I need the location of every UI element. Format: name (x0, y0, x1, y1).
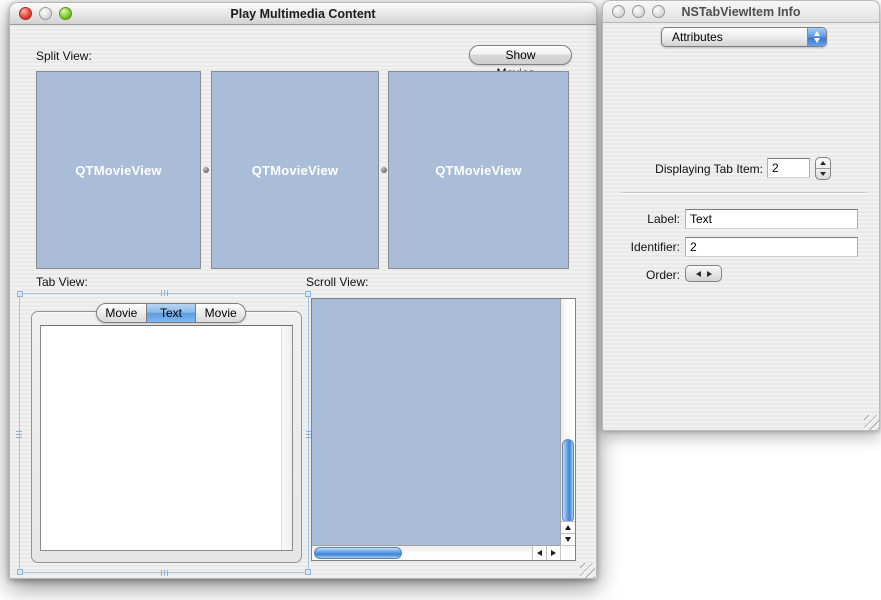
text-view[interactable] (40, 325, 293, 551)
tab-movie-2[interactable]: Movie (196, 304, 245, 322)
inspector-window: NSTabViewItem Info Attributes Displaying… (602, 0, 880, 431)
identifier-field[interactable] (685, 237, 858, 257)
horizontal-scroll-thumb[interactable] (314, 547, 402, 559)
qtmovieview-pane-label: QTMovieView (37, 72, 200, 268)
order-label: Order: (609, 268, 680, 282)
tab-text[interactable]: Text (147, 304, 197, 322)
qtmovieview-pane-label: QTMovieView (389, 72, 568, 268)
label-field[interactable] (685, 209, 858, 229)
scroll-up-button[interactable] (561, 521, 575, 533)
qtmovieview-pane[interactable]: QTMovieView (211, 71, 379, 269)
resize-grip[interactable] (580, 563, 595, 578)
document-window: Play Multimedia Content Split View: Show… (9, 2, 597, 579)
separator (621, 192, 867, 194)
tab-movie-1[interactable]: Movie (97, 304, 147, 322)
attributes-popup[interactable]: Attributes (661, 27, 827, 47)
scroll-left-button[interactable] (532, 546, 546, 560)
inspector-title-bar[interactable]: NSTabViewItem Info (603, 1, 879, 23)
splitter-handle[interactable] (379, 71, 388, 269)
stepper-up-icon (820, 161, 826, 165)
stepper-down-button[interactable] (816, 169, 830, 179)
stepper-down-icon (820, 172, 826, 176)
selection-handle[interactable] (305, 569, 311, 575)
scroll-view (311, 298, 576, 561)
tab-view-label: Tab View: (36, 275, 88, 289)
qtmovieview-pane[interactable]: QTMovieView (36, 71, 201, 269)
inspector-window-title: NSTabViewItem Info (663, 1, 819, 23)
selection-handle[interactable] (161, 290, 170, 296)
tab-item-stepper (815, 157, 831, 180)
order-back-button[interactable] (696, 271, 701, 277)
order-forward-button[interactable] (707, 271, 712, 277)
selection-handle[interactable] (17, 569, 23, 575)
selection-handle[interactable] (305, 291, 311, 297)
label-field-label: Label: (609, 212, 680, 226)
split-view-label: Split View: (36, 49, 92, 63)
attributes-popup-value: Attributes (672, 28, 723, 46)
window-title: Play Multimedia Content (70, 3, 536, 25)
scroll-right-button[interactable] (546, 546, 560, 560)
inspector-resize-grip[interactable] (864, 415, 879, 430)
identifier-field-label: Identifier: (609, 240, 680, 254)
minimize-button[interactable] (39, 7, 52, 20)
splitter-dimple-icon (381, 167, 387, 173)
stepper-up-button[interactable] (816, 158, 830, 169)
tab-strip: Movie Text Movie (96, 303, 246, 323)
vertical-scroll-thumb[interactable] (562, 439, 574, 523)
displaying-tab-item-field[interactable] (767, 158, 810, 178)
scrollbar-corner (560, 545, 575, 560)
close-button[interactable] (612, 5, 625, 18)
splitter-dimple-icon (203, 167, 209, 173)
qtmovieview-pane-label: QTMovieView (212, 72, 378, 268)
arrow-down-icon (565, 537, 571, 542)
arrow-left-icon (537, 550, 542, 556)
arrow-right-icon (551, 550, 556, 556)
splitter-handle[interactable] (201, 71, 211, 269)
vertical-scrollbar[interactable] (560, 299, 575, 545)
popup-arrows-icon (807, 28, 826, 46)
order-control (685, 265, 722, 282)
selection-handle[interactable] (17, 291, 23, 297)
displaying-tab-item-label: Displaying Tab Item: (623, 162, 763, 176)
horizontal-scrollbar[interactable] (312, 545, 560, 560)
arrow-up-icon (565, 525, 571, 530)
show-movies-button[interactable]: Show Movies... (469, 45, 572, 65)
scroll-view-label: Scroll View: (306, 275, 368, 289)
minimize-button[interactable] (632, 5, 645, 18)
scroll-down-button[interactable] (561, 533, 575, 545)
close-button[interactable] (19, 7, 32, 20)
text-view-scrollbar[interactable] (281, 326, 292, 550)
selection-handle[interactable] (16, 429, 22, 438)
scroll-view-content[interactable] (312, 299, 560, 545)
selection-handle[interactable] (161, 570, 170, 576)
qtmovieview-pane[interactable]: QTMovieView (388, 71, 569, 269)
title-bar[interactable]: Play Multimedia Content (10, 3, 596, 25)
